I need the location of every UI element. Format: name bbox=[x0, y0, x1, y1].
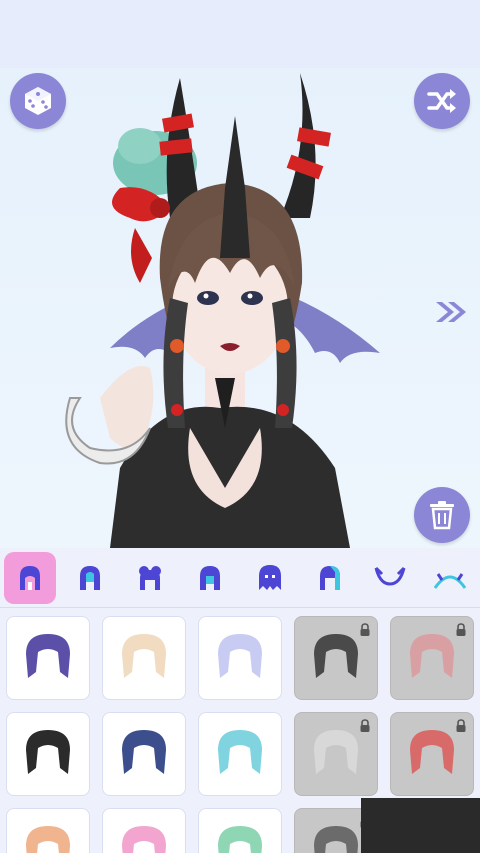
headband-icon bbox=[433, 572, 467, 589]
hair-style-icon bbox=[314, 730, 358, 774]
ad-banner[interactable] bbox=[361, 798, 480, 853]
shuffle-button[interactable] bbox=[414, 73, 470, 129]
hair-item[interactable] bbox=[102, 616, 186, 700]
character-avatar bbox=[65, 73, 380, 548]
hair-style-icon bbox=[218, 826, 262, 853]
trash-icon bbox=[430, 501, 454, 530]
character-stage bbox=[0, 68, 480, 548]
dice-icon bbox=[25, 87, 51, 115]
hair-long-icon bbox=[320, 565, 340, 590]
tab-hair-front[interactable] bbox=[60, 548, 120, 608]
hair-style-icon bbox=[218, 730, 262, 774]
hair-item[interactable] bbox=[6, 712, 90, 796]
hair-item[interactable] bbox=[294, 616, 378, 700]
hair-style-icon bbox=[26, 730, 70, 774]
tab-hair-full[interactable] bbox=[0, 548, 60, 608]
hair-side-icon bbox=[200, 565, 220, 590]
tab-hair-long[interactable] bbox=[300, 548, 360, 608]
shuffle-icon bbox=[427, 89, 456, 113]
hair-full-icon bbox=[20, 565, 40, 590]
hair-style-icon bbox=[218, 634, 262, 678]
hair-style-icon bbox=[122, 730, 166, 774]
tab-hair-bun[interactable] bbox=[120, 548, 180, 608]
hair-style-icon bbox=[26, 634, 70, 678]
category-tab-bar bbox=[0, 548, 480, 608]
hair-item[interactable] bbox=[6, 808, 90, 853]
hair-item[interactable] bbox=[198, 712, 282, 796]
hair-bun-icon bbox=[139, 565, 161, 590]
hair-item[interactable] bbox=[198, 616, 282, 700]
delete-button[interactable] bbox=[414, 487, 470, 543]
hair-item[interactable] bbox=[102, 712, 186, 796]
hair-back-icon bbox=[259, 564, 281, 590]
tab-horns[interactable] bbox=[360, 548, 420, 608]
random-dice-button[interactable] bbox=[10, 73, 66, 129]
lock-icon bbox=[360, 623, 370, 636]
hair-style-icon bbox=[314, 826, 358, 853]
hair-item[interactable] bbox=[390, 616, 474, 700]
hair-style-icon bbox=[314, 634, 358, 678]
lock-icon bbox=[360, 719, 370, 732]
hair-item[interactable] bbox=[6, 616, 90, 700]
hair-item[interactable] bbox=[102, 808, 186, 853]
tab-hair-back[interactable] bbox=[240, 548, 300, 608]
tab-headband[interactable] bbox=[420, 548, 480, 608]
horns-icon bbox=[374, 566, 406, 586]
lock-icon bbox=[456, 719, 466, 732]
hair-style-icon bbox=[122, 634, 166, 678]
hair-style-icon bbox=[410, 634, 454, 678]
hair-style-icon bbox=[410, 730, 454, 774]
hair-item[interactable] bbox=[390, 712, 474, 796]
hair-item[interactable] bbox=[294, 712, 378, 796]
hair-style-icon bbox=[122, 826, 166, 853]
lock-icon bbox=[456, 623, 466, 636]
next-arrow-button[interactable] bbox=[432, 296, 472, 328]
hair-style-icon bbox=[26, 826, 70, 853]
hair-front-icon bbox=[80, 565, 100, 590]
top-bar bbox=[0, 0, 480, 68]
hair-item[interactable] bbox=[198, 808, 282, 853]
double-chevron-right-icon bbox=[436, 302, 466, 322]
tab-hair-side[interactable] bbox=[180, 548, 240, 608]
